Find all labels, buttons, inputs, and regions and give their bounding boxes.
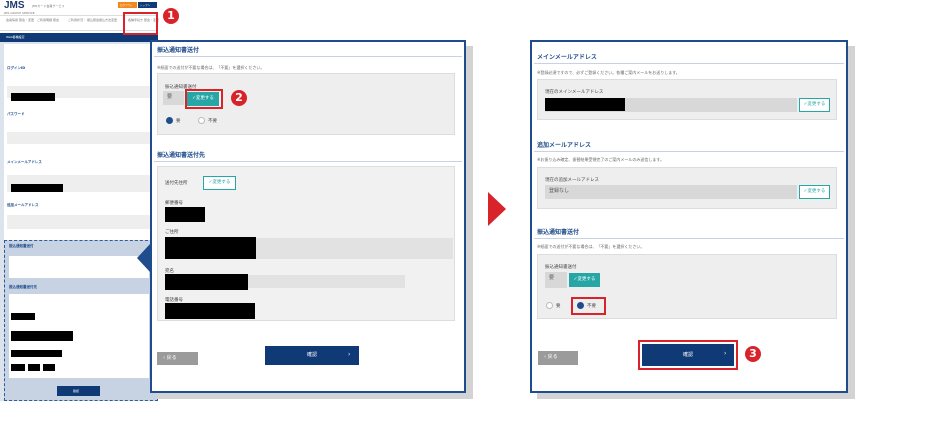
panel2-field-label: 振込通知書送付 [545,265,577,270]
highlight-nav-item [123,12,158,35]
panel2-add-change-label: 変更する [807,189,826,194]
panel2-add-note: ※お振り込み確定、振替結果受領完了のご案内メールのみ送信します。 [537,157,664,162]
overview-header-btn-1[interactable]: ログアウト [118,2,137,8]
panel2-back-label: 戻る [547,354,558,360]
overview-sec-title: 振込通知書送付先 [9,285,37,289]
divider [154,161,462,162]
panel1-field-value: 要 [163,91,184,105]
panel1-phone-redacted [165,303,255,319]
panel1-radio-no-label: 不要 [208,119,217,124]
chevron-right-icon: › [348,351,351,358]
overview-redacted [11,184,63,192]
panel1-radio-no[interactable] [198,117,205,124]
panel2-radio-yes-label: 要 [556,304,561,309]
panel1-radio-yes[interactable] [166,117,173,124]
panel1-address-label: ご住所 [165,230,179,235]
panel2-main-redacted [545,98,625,111]
panel2-back-button[interactable]: ‹ 戻る [538,351,578,365]
panel1-back-label: 戻る [166,355,177,361]
overview-sec-title: メインメールアドレス [7,160,42,164]
highlight-radio-no [571,297,606,315]
panel1-dest-change-button[interactable]: ✓変更する [203,176,236,190]
panel2-main-note: ※登録必須ですので、必ずご登録ください。各種ご案内メールをお送りします。 [537,70,680,75]
overview-notice-box [9,256,149,278]
panel1-name-redacted [165,274,248,290]
panel1-postal-redacted [165,207,205,222]
panel1-address-redacted [165,237,256,259]
step-3-badge: 3 [745,346,761,362]
highlight-change-button [185,89,223,109]
panel1-dest-change-label: 変更する [212,180,231,185]
panel2-main-title: メインメールアドレス [537,54,597,61]
panel1-back-button[interactable]: ‹ 戻る [157,352,198,365]
divider [154,56,462,57]
panel2-main-label: 現在のメインメールアドレス [545,90,604,95]
panel1-section-title: 振込通知書送付 [157,47,200,54]
overview-redacted [11,350,62,357]
panel2-change-button[interactable]: ✓変更する [569,273,600,287]
overview-redacted [11,331,73,341]
step-1-badge: 1 [163,8,179,24]
panel1-radio-yes-label: 要 [176,119,181,124]
highlight-confirm-button [638,340,738,370]
overview-heading: Web各種設定 [6,35,25,39]
panel2-add-change-button[interactable]: ✓変更する [799,185,830,199]
overview-redacted [28,364,40,371]
panel1-addr-title: 振込通知書送付先 [157,152,206,159]
overview-confirm-label: 確認 [73,389,80,393]
flow-arrow-icon [488,192,506,226]
divider [534,151,844,152]
overview-tagline: JMSカード会員サービス [32,4,65,8]
callout-pointer [137,244,150,272]
panel2-notice-note: ※紙面での送付が不要な場合は、「不要」を選択ください。 [537,244,645,249]
panel2-notice-title: 振込通知書送付 [537,229,580,236]
overview-addmail-box [7,215,152,229]
panel1-confirm-label: 確認 [306,352,317,358]
panel2-change-label: 変更する [577,277,596,282]
panel2-main-change-button[interactable]: ✓変更する [799,98,830,112]
overview-redacted [11,93,55,101]
overview-nav-item[interactable]: ご利用明細 照会 [37,18,59,22]
overview-redacted [11,364,25,371]
overview-logo: JMS [4,0,25,11]
overview-pw-box [7,132,152,144]
overview-redacted [43,364,55,371]
panel1-confirm-button[interactable]: 確認 [265,346,359,365]
overview-nav-item[interactable]: 振込方法変更 [99,18,117,22]
overview-sec-title: パスワード [7,112,25,116]
overview-redacted [11,313,35,320]
panel2-field-value: 要 [545,272,567,288]
panel1-dest-label: 送付先住所 [165,181,188,186]
overview-nav-item[interactable]: ご利用状況・ 振込照会 [68,18,99,22]
panel2-main-change-label: 変更する [807,102,826,107]
panel2-add-label: 現在の追加メールアドレス [545,178,599,183]
overview-header-btn-2[interactable]: トップへ [138,2,157,8]
overview-nav-item[interactable]: 会員情報 照会・変更 [6,18,34,22]
overview-sec-title: ログインID [7,66,26,70]
overview-sec-title: 振込通知書送付 [9,244,34,248]
overview-page: JMS JMS GROUP SERVICE JMSカード会員サービス ログアウト… [0,0,179,401]
divider [534,63,844,64]
overview-sec-title: 追加メールアドレス [7,203,39,207]
panel2-add-value: 登録なし [545,185,797,199]
step-2-badge: 2 [231,90,247,106]
panel2-radio-yes[interactable] [546,302,553,309]
panel1-note: ※紙面での送付が不要な場合は、「不要」を選択ください。 [157,65,265,70]
panel2-add-title: 追加メールアドレス [537,142,592,149]
divider [534,238,844,239]
panel1-postal-label: 郵便番号 [165,201,183,206]
